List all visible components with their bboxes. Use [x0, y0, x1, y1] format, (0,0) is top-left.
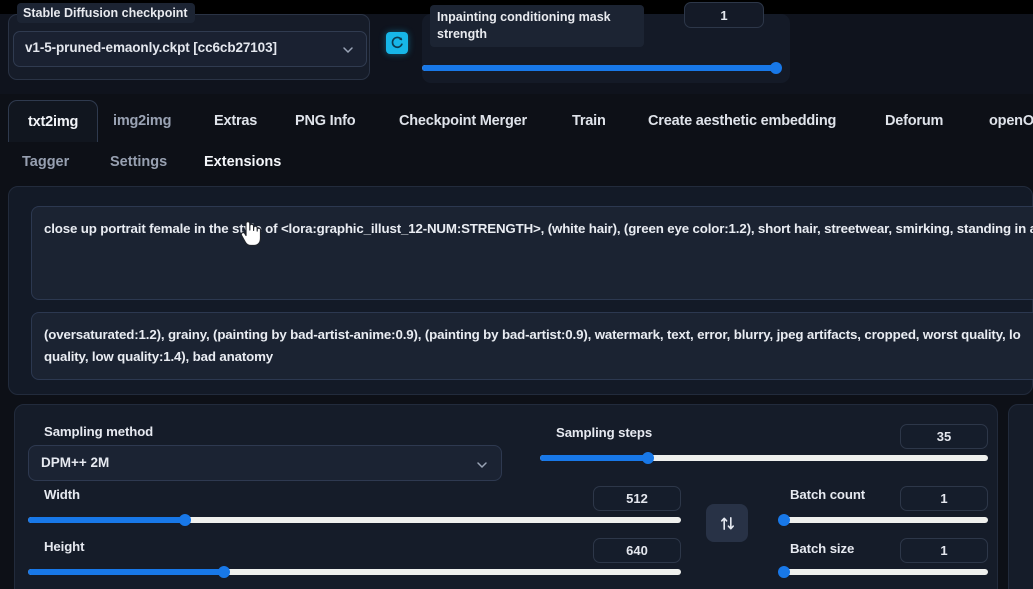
sampling-method-value: DPM++ 2M — [41, 455, 109, 470]
tab-label: PNG Info — [295, 113, 355, 129]
slider-track — [782, 517, 988, 523]
panel-divider — [999, 404, 1001, 589]
tab-extras[interactable]: Extras — [214, 100, 257, 142]
tab-settings[interactable]: Settings — [110, 146, 167, 178]
right-side-panel — [1008, 404, 1033, 589]
slider-fill — [422, 65, 776, 71]
sampling-method-label: Sampling method — [44, 424, 153, 439]
slider-thumb[interactable] — [179, 514, 191, 526]
sampling-steps-slider[interactable] — [540, 452, 988, 464]
width-value[interactable]: 512 — [593, 486, 681, 511]
checkpoint-label: Stable Diffusion checkpoint — [17, 3, 195, 23]
tab-label: img2img — [113, 113, 171, 129]
tab-label: Checkpoint Merger — [399, 113, 527, 129]
batch-size-label: Batch size — [790, 541, 854, 556]
negative-prompt-line-1: (oversaturated:1.2), grainy, (painting b… — [44, 324, 1029, 346]
height-value[interactable]: 640 — [593, 538, 681, 563]
slider-thumb[interactable] — [770, 62, 782, 74]
tab-tagger[interactable]: Tagger — [22, 146, 69, 178]
tab-label: Settings — [110, 154, 167, 170]
batch-count-label: Batch count — [790, 487, 865, 502]
height-label: Height — [44, 539, 84, 554]
inpainting-mask-strength-value[interactable]: 1 — [684, 2, 764, 28]
tab-extensions[interactable]: Extensions — [204, 146, 281, 178]
batch-count-value[interactable]: 1 — [900, 486, 988, 511]
negative-prompt-input[interactable]: (oversaturated:1.2), grainy, (painting b… — [31, 312, 1033, 380]
chevron-down-icon — [342, 44, 354, 56]
width-slider[interactable] — [28, 514, 681, 526]
tab-txt2img[interactable]: txt2img — [8, 100, 98, 142]
tab-label: Create aesthetic embedding — [648, 113, 836, 129]
slider-track — [782, 569, 988, 575]
checkpoint-selector-group: Stable Diffusion checkpoint v1-5-pruned-… — [8, 14, 370, 80]
tab-label: Deforum — [885, 113, 943, 129]
slider-thumb[interactable] — [642, 452, 654, 464]
negative-prompt-line-2: quality, low quality:1.4), bad anatomy — [44, 346, 1029, 368]
tab-img2img[interactable]: img2img — [113, 100, 171, 142]
tab-label: txt2img — [28, 114, 78, 130]
slider-fill — [28, 517, 185, 523]
tab-label: Extensions — [204, 154, 281, 170]
tab-label: Tagger — [22, 154, 69, 170]
slider-fill — [28, 569, 224, 575]
tab-png-info[interactable]: PNG Info — [295, 100, 355, 142]
refresh-icon[interactable] — [386, 32, 408, 54]
batch-count-slider[interactable] — [782, 514, 988, 526]
slider-thumb[interactable] — [218, 566, 230, 578]
batch-size-slider[interactable] — [782, 566, 988, 578]
prompt-panel: close up portrait female in the style of… — [8, 186, 1033, 395]
sampling-method-dropdown[interactable]: DPM++ 2M — [28, 445, 502, 481]
tab-label: Extras — [214, 113, 257, 129]
secondary-tab-bar: Tagger Settings Extensions — [0, 146, 1033, 182]
inpainting-mask-strength-label: Inpainting conditioning mask strength — [430, 5, 644, 47]
tab-deforum[interactable]: Deforum — [885, 100, 943, 142]
sampling-steps-label: Sampling steps — [556, 425, 652, 440]
sampling-steps-value[interactable]: 35 — [900, 424, 988, 449]
tab-create-aesthetic-embedding[interactable]: Create aesthetic embedding — [648, 100, 836, 142]
tab-train[interactable]: Train — [572, 100, 606, 142]
tab-label: Train — [572, 113, 606, 129]
inpainting-mask-strength-group: Inpainting conditioning mask strength 1 — [422, 14, 790, 83]
slider-fill — [540, 455, 648, 461]
slider-thumb[interactable] — [778, 566, 790, 578]
height-slider[interactable] — [28, 566, 681, 578]
checkpoint-value: v1-5-pruned-emaonly.ckpt [cc6cb27103] — [25, 40, 277, 55]
slider-thumb[interactable] — [778, 514, 790, 526]
batch-size-value[interactable]: 1 — [900, 538, 988, 563]
tab-label: openO — [989, 113, 1033, 129]
chevron-down-icon — [476, 458, 488, 470]
swap-arrows-icon[interactable] — [706, 504, 748, 542]
positive-prompt-input[interactable]: close up portrait female in the style of… — [31, 206, 1033, 300]
inpainting-mask-strength-slider[interactable] — [422, 62, 776, 74]
stable-diffusion-webui: Stable Diffusion checkpoint v1-5-pruned-… — [0, 0, 1033, 589]
checkpoint-dropdown[interactable]: v1-5-pruned-emaonly.ckpt [cc6cb27103] — [13, 31, 367, 67]
main-tab-bar: txt2img img2img Extras PNG Info Checkpoi… — [0, 100, 1033, 144]
tab-openoutpaint[interactable]: openO — [989, 100, 1033, 142]
tab-checkpoint-merger[interactable]: Checkpoint Merger — [399, 100, 527, 142]
width-label: Width — [44, 487, 80, 502]
